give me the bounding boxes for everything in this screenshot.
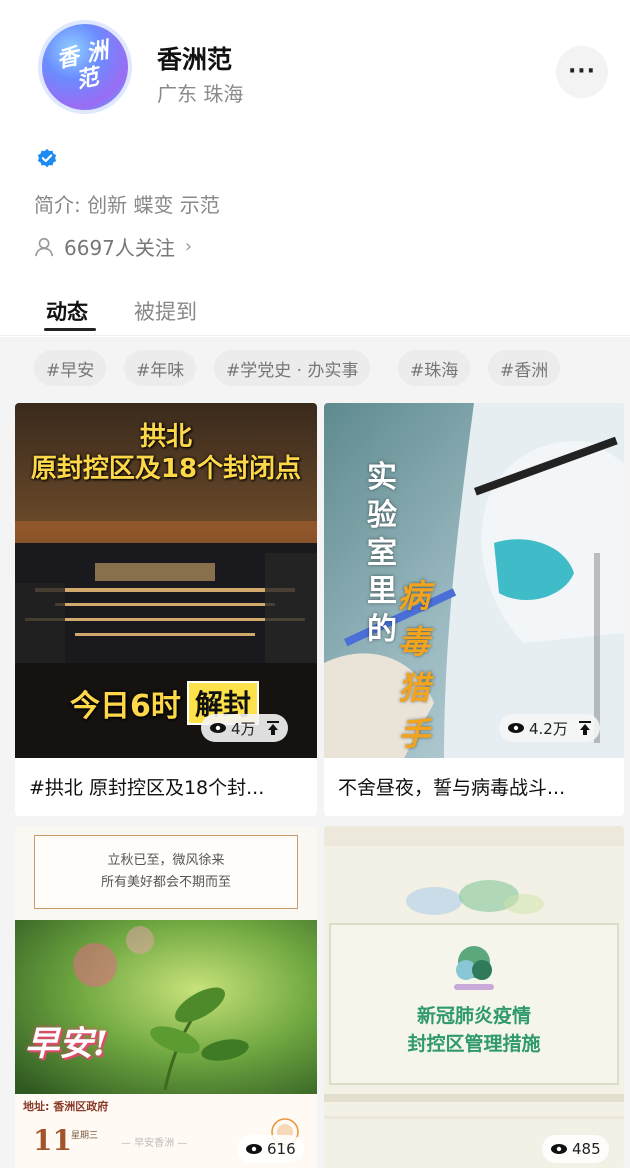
eye-icon: [508, 723, 524, 733]
followers-count: 6697人关注: [64, 236, 175, 260]
followers-link[interactable]: 6697人关注 ›: [34, 232, 192, 261]
tab-feed[interactable]: 动态: [46, 296, 88, 326]
eye-icon: [210, 723, 226, 733]
pinned-icon: [266, 721, 279, 735]
post-caption: #拱北 原封控区及18个封...: [29, 777, 265, 799]
post-card[interactable]: 立秋已至，微风徐来 所有美好都会不期而至 早安! 地址: 香洲区政府 11 星期…: [15, 826, 317, 1168]
post-image: [324, 826, 624, 1168]
chevron-right-icon: ›: [184, 236, 193, 257]
view-count: 485: [542, 1135, 609, 1163]
active-tab-indicator: [44, 328, 96, 331]
post-overlay-title: 拱北 原封控区及18个封闭点: [30, 422, 302, 484]
profile-name: 香洲范: [157, 45, 233, 74]
verified-badge-icon: [37, 148, 57, 168]
post-overlay-bottom: 今日6时: [70, 689, 181, 724]
post-overlay-greeting: 早安!: [25, 1024, 108, 1064]
tag-chip[interactable]: #珠海: [398, 350, 471, 386]
pinned-icon: [578, 721, 591, 735]
post-card[interactable]: 拱北 原封控区及18个封闭点 今日6时 解封 4万 #拱北 原封控区及18个封.…: [15, 403, 317, 816]
post-overlay-title: 新冠肺炎疫情 封控区管理措施: [407, 1005, 541, 1055]
avatar-logo: 香洲范: [54, 37, 111, 94]
tag-chip[interactable]: #学党史 · 办实事: [214, 350, 371, 386]
virus-illustration-icon: [454, 946, 494, 990]
avatar[interactable]: 香洲范: [38, 20, 132, 114]
view-count: 4万: [201, 714, 288, 742]
tag-chip[interactable]: #年味: [124, 350, 197, 386]
eye-icon: [246, 1144, 262, 1154]
tab-bar: 动态 被提到: [0, 292, 630, 336]
more-icon: ···: [567, 59, 597, 84]
tag-chip[interactable]: #早安: [34, 350, 107, 386]
post-overlay-vertical: 实验室里的: [367, 460, 397, 647]
post-date-number: 11: [33, 1124, 72, 1157]
profile-bio: 简介: 创新 蝶变 示范: [34, 193, 220, 217]
topic-tag-bar: #早安 #年味 #学党史 · 办实事 #珠海 #香洲: [0, 350, 630, 390]
view-count: 4.2万: [499, 714, 600, 742]
more-options-button[interactable]: ···: [556, 46, 608, 98]
eye-icon: [551, 1144, 567, 1154]
post-caption: 不舍昼夜，誓与病毒战斗...: [338, 777, 566, 799]
post-date-weekday: 星期三: [71, 1131, 99, 1141]
quote-box: 立秋已至，微风徐来 所有美好都会不期而至: [34, 835, 298, 909]
post-card[interactable]: 新冠肺炎疫情 封控区管理措施 485: [324, 826, 624, 1168]
post-address: 地址: 香洲区政府: [23, 1100, 109, 1113]
post-footer-label: — 早安香洲 —: [121, 1138, 188, 1149]
profile-location: 广东 珠海: [157, 82, 244, 106]
profile-header: 香洲范 香洲范 广东 珠海 ··· 简介: 创新 蝶变 示范 6697人关注 ›: [0, 0, 630, 290]
person-icon: [35, 237, 54, 256]
view-count: 616: [237, 1135, 304, 1163]
post-overlay-vertical-accent: 病毒猎手: [397, 577, 430, 753]
tag-chip[interactable]: #香洲: [488, 350, 561, 386]
post-image: [15, 920, 317, 1094]
post-card[interactable]: 实验室里的 病毒猎手 4.2万 不舍昼夜，誓与病毒战斗...: [324, 403, 624, 816]
tab-mentioned[interactable]: 被提到: [134, 296, 197, 326]
